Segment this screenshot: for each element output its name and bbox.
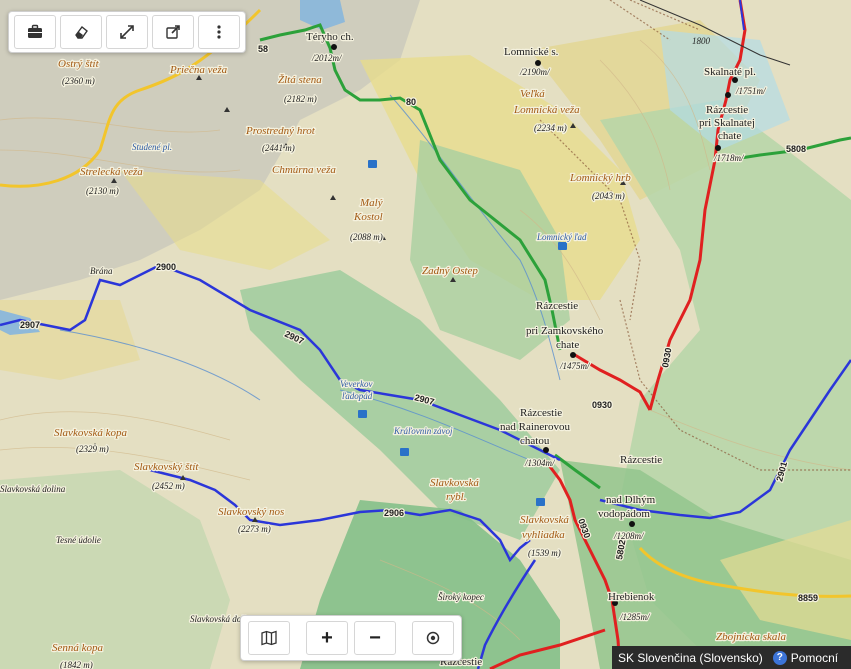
- label-rsk-2: pri Skalnatej: [699, 117, 755, 129]
- route-80: 80: [406, 97, 416, 107]
- label-siroky: Široký kopec: [438, 592, 484, 602]
- label-lomnicky-lad: Lomnický ľad: [536, 232, 587, 242]
- label-rdlh-1: Rázcestie: [620, 454, 662, 466]
- elev-skalnate: /1751m/: [735, 86, 767, 96]
- label-lomnicke: Lomnické s.: [504, 46, 559, 58]
- peak-slavkovsky-nos: Slavkovský nos: [218, 506, 284, 518]
- label-rrain-2: nad Rainerovou: [500, 421, 570, 433]
- elev-teryho: /2012m/: [311, 53, 343, 63]
- fullscreen-button[interactable]: [106, 15, 148, 49]
- route-0930-b: 0930: [592, 400, 612, 410]
- route-5808: 5808: [786, 144, 806, 154]
- language-indicator[interactable]: SK Slovenčina (Slovensko): [618, 651, 763, 665]
- external-link-icon: [166, 25, 180, 39]
- external-link-button[interactable]: [152, 15, 194, 49]
- peak-slav-vyh-elev: (1539 m): [528, 548, 561, 558]
- map-toolbar: [8, 11, 246, 53]
- briefcase-button[interactable]: [14, 15, 56, 49]
- peak-prostredny-elev: (2441 m): [262, 143, 295, 153]
- peak-slav-vyh-1: Slavkovská: [520, 514, 569, 526]
- label-teryho: Téryho ch.: [306, 31, 354, 43]
- peak-slavkovska-kopa-elev: (2329 m): [76, 444, 109, 454]
- route-8859: 8859: [798, 593, 818, 603]
- label-rrain-3: chatou: [520, 435, 550, 447]
- label-brana: Brána: [90, 266, 113, 276]
- label-studene: Studené pl.: [132, 142, 172, 152]
- peak-velka-elev: (2234 m): [534, 123, 567, 133]
- elev-rrain: /1304m/: [524, 458, 556, 468]
- label-rzam-3: chate: [556, 339, 579, 351]
- peak-zbojnicka: Zbojnícka skala: [716, 631, 786, 643]
- peak-prostredny: Prostredný hrot: [245, 125, 316, 137]
- eraser-icon: [75, 26, 88, 39]
- route-2900: 2900: [156, 262, 176, 272]
- label-rsk-3: chate: [718, 130, 741, 142]
- locate-icon: [426, 631, 440, 645]
- elev-lomnicke: /2190m/: [519, 67, 551, 77]
- peak-ostry-elev: (2360 m): [62, 76, 95, 86]
- more-options-button[interactable]: [198, 15, 240, 49]
- peak-slav-vyh-2: vyhliadka: [522, 529, 565, 541]
- peak-slavkovsky-stit-elev: (2452 m): [152, 481, 185, 491]
- label-hrebienok: Hrebienok: [608, 591, 655, 603]
- label-veverkov-1: Veverkov: [340, 379, 372, 389]
- map-canvas[interactable]: om Téryho ch. /2012m/ Lomnické s. /2190m…: [0, 0, 851, 669]
- peak-strelecka-elev: (2130 m): [86, 186, 119, 196]
- peak-maly-1: Malý: [359, 197, 383, 209]
- peak-prielom: Priečna veža: [169, 64, 228, 76]
- help-icon[interactable]: ?: [772, 650, 787, 665]
- peak-slav-ryb-2: rybl.: [446, 491, 466, 503]
- label-rzam-1: Rázcestie: [536, 300, 578, 312]
- map-layers-icon: [261, 630, 277, 646]
- peak-maly-elev: (2088 m): [350, 232, 383, 242]
- peak-maly-2: Kostol: [353, 211, 383, 223]
- peak-lomnicky-hrb: Lomnický hrb: [569, 172, 631, 184]
- label-rrain-1: Rázcestie: [520, 407, 562, 419]
- eraser-button[interactable]: [60, 15, 102, 49]
- peak-senna-elev: (1842 m): [60, 660, 93, 669]
- route-58: 58: [258, 44, 268, 54]
- fullscreen-icon: [120, 25, 134, 39]
- peak-velka-2: Lomnická veža: [513, 104, 580, 116]
- peak-lomnicky-elev: (2043 m): [592, 191, 625, 201]
- label-veverkov-2: ľadopád: [342, 391, 373, 401]
- peak-zadny: Zadný Ostep: [422, 265, 478, 277]
- more-vertical-icon: [217, 25, 221, 39]
- route-2906: 2906: [384, 508, 404, 518]
- elev-hrebienok: /1285m/: [619, 612, 651, 622]
- language-status-bar: SK Slovenčina (Slovensko) ? Pomocní: [612, 646, 851, 669]
- peak-senna: Senná kopa: [52, 642, 104, 654]
- label-slavkovska-dolina: Slavkovská dolina: [0, 484, 66, 494]
- label-kralovnin: Kráľovnin závoj: [393, 426, 453, 436]
- zoom-in-button[interactable]: +: [306, 621, 348, 655]
- peak-zlta-elev: (2182 m): [284, 94, 317, 104]
- map-layers-button[interactable]: [248, 621, 290, 655]
- elev-rzam: /1475m/: [559, 361, 591, 371]
- route-2907-b: 2907: [20, 320, 40, 330]
- label-rsk-1: Rázcestie: [706, 104, 748, 116]
- label-rdlh-3: vodopádom: [598, 508, 650, 520]
- peak-slav-ryb-1: Slavkovská: [430, 477, 479, 489]
- peak-zlta: Žltá stena: [278, 74, 322, 86]
- peak-velka-1: Veľká: [520, 88, 545, 100]
- peak-slavkovska-kopa: Slavkovská kopa: [54, 427, 127, 439]
- help-label[interactable]: Pomocní: [791, 651, 838, 665]
- zoom-toolbar: + −: [240, 615, 462, 661]
- contour-1800: 1800: [692, 36, 711, 46]
- elev-rsk: /1718m/: [713, 153, 745, 163]
- label-rzam-2: pri Zamkovského: [526, 325, 604, 337]
- label-rdlh-2: nad Dlhým: [606, 494, 656, 506]
- peak-ostry: Ostrý štít: [58, 58, 100, 70]
- label-tesne: Tesné údolie: [56, 535, 101, 545]
- locate-button[interactable]: [412, 621, 454, 655]
- label-skalnate: Skalnaté pl.: [704, 66, 756, 78]
- peak-slavkovsky-nos-elev: (2273 m): [238, 524, 271, 534]
- peak-strelecka: Strelecká veža: [80, 166, 143, 178]
- briefcase-icon: [28, 24, 42, 38]
- peak-slavkovsky-stit: Slavkovský štít: [134, 461, 199, 473]
- peak-chmurna: Chmúrna veža: [272, 164, 336, 176]
- zoom-out-button[interactable]: −: [354, 621, 396, 655]
